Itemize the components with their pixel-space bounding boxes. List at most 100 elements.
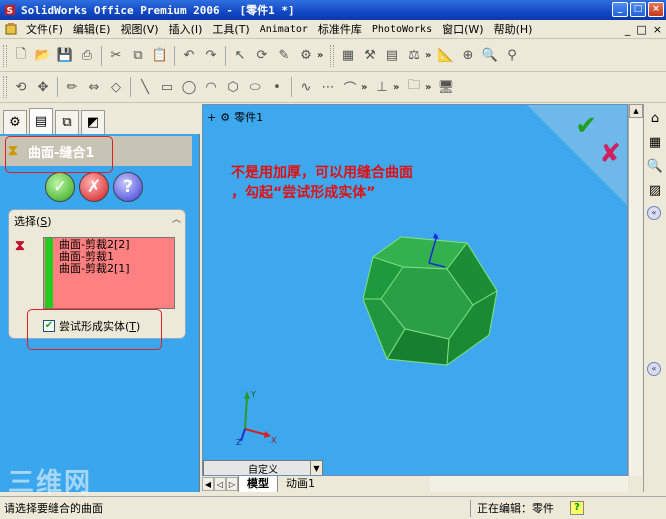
- polygon-icon[interactable]: ⬡: [222, 76, 244, 98]
- paste-icon[interactable]: 📋: [149, 45, 171, 67]
- open-file-icon[interactable]: 📂: [32, 45, 54, 67]
- undo-icon[interactable]: ↶: [178, 45, 200, 67]
- design-library-icon[interactable]: 🗀: [403, 76, 425, 98]
- ellipse-icon[interactable]: ⬭: [244, 76, 266, 98]
- confirm-check-icon[interactable]: ✔: [575, 111, 597, 141]
- menu-animator[interactable]: Animator: [255, 20, 313, 39]
- sketch-edit-icon[interactable]: ✏: [61, 76, 83, 98]
- doc-restore-button[interactable]: □: [636, 23, 646, 36]
- graphics-area[interactable]: + ⚙ 零件1 ✔ ✘ 不是用加厚，可以用缝合曲面 ，勾起“尝试形成实体” Y …: [202, 104, 628, 476]
- tab-model[interactable]: 模型: [238, 476, 278, 492]
- zoom-fit-icon[interactable]: ⊕: [457, 45, 479, 67]
- tab-next-icon[interactable]: ▷: [226, 477, 238, 491]
- maximize-button[interactable]: □: [630, 2, 646, 17]
- rectangle-icon[interactable]: ▭: [156, 76, 178, 98]
- toolbar-grip[interactable]: [3, 44, 7, 67]
- tab-first-icon[interactable]: ◀: [202, 477, 214, 491]
- doc-minimize-button[interactable]: _: [625, 23, 631, 36]
- pan-icon[interactable]: ✥: [32, 76, 54, 98]
- mass-properties-icon[interactable]: ⚖: [403, 45, 425, 67]
- ok-button[interactable]: ✓: [45, 172, 75, 202]
- menu-tools[interactable]: 工具(T): [207, 20, 254, 39]
- sketch-icon[interactable]: ✎: [273, 45, 295, 67]
- diamond-icon[interactable]: ◇: [105, 76, 127, 98]
- toolbar-grip[interactable]: [3, 76, 7, 98]
- quick-tips-icon[interactable]: ?: [570, 501, 584, 515]
- collapse-left-icon[interactable]: «: [647, 206, 661, 220]
- vertical-scrollbar[interactable]: ▲: [628, 104, 643, 476]
- list-item[interactable]: 曲面-剪裁2[1]: [59, 263, 130, 275]
- tab-prev-icon[interactable]: ◁: [214, 477, 226, 491]
- rebuild-icon[interactable]: ⟳: [251, 45, 273, 67]
- toolbar-overflow-icon[interactable]: »: [317, 50, 327, 61]
- select-icon[interactable]: ↖: [229, 45, 251, 67]
- arc-icon[interactable]: ◠: [200, 76, 222, 98]
- print-icon[interactable]: ⎙: [76, 45, 98, 67]
- centerline-icon[interactable]: ⋯: [317, 76, 339, 98]
- redo-icon[interactable]: ↷: [200, 45, 222, 67]
- toolbar-grip[interactable]: [330, 44, 334, 67]
- task-pane-spacer: [644, 226, 666, 356]
- toolbar-overflow-icon[interactable]: »: [425, 50, 435, 61]
- spline-icon[interactable]: ∿: [295, 76, 317, 98]
- status-message: 请选择要缝合的曲面: [4, 502, 103, 515]
- configuration-manager-tab-icon[interactable]: ⧉: [55, 110, 79, 134]
- smart-dimension-icon[interactable]: ⇔: [83, 76, 105, 98]
- view-palette-icon[interactable]: ▨: [645, 180, 665, 200]
- toolbar-overflow-icon[interactable]: »: [361, 82, 371, 93]
- minimize-button[interactable]: _: [612, 2, 628, 17]
- zoom-area-icon[interactable]: 🔍: [479, 45, 501, 67]
- expand-left-icon[interactable]: «: [647, 362, 661, 376]
- toolbar-overflow-icon[interactable]: »: [393, 82, 403, 93]
- circle-icon[interactable]: ◯: [178, 76, 200, 98]
- options-icon[interactable]: ⚙: [295, 45, 317, 67]
- stitched-solid-model[interactable]: [363, 233, 503, 373]
- menu-insert[interactable]: 插入(I): [164, 20, 208, 39]
- appearance-tab-icon[interactable]: ◩: [81, 110, 105, 134]
- cut-icon[interactable]: ✂: [105, 45, 127, 67]
- toolbar-overflow-icon[interactable]: »: [425, 82, 435, 93]
- tab-animation[interactable]: 动画1: [278, 476, 323, 492]
- dropdown-arrow-icon[interactable]: ▼: [310, 461, 322, 475]
- horizontal-scrollbar[interactable]: [430, 476, 628, 492]
- confirm-cancel-icon[interactable]: ✘: [599, 139, 621, 169]
- rotate-view-icon[interactable]: ⟲: [10, 76, 32, 98]
- expand-icon[interactable]: +: [207, 111, 216, 124]
- new-file-icon[interactable]: 🗋: [10, 45, 32, 67]
- property-manager-tab-icon[interactable]: ▤: [29, 108, 53, 134]
- menu-photoworks[interactable]: PhotoWorks: [367, 20, 437, 39]
- cancel-button[interactable]: ✗: [79, 172, 109, 202]
- design-library-icon[interactable]: ▦: [645, 132, 665, 152]
- save-icon[interactable]: 💾: [54, 45, 76, 67]
- zoom-in-out-icon[interactable]: ⚲: [501, 45, 523, 67]
- menu-toolbox[interactable]: 标准件库: [313, 20, 367, 39]
- doc-close-button[interactable]: ×: [653, 23, 662, 36]
- menu-edit[interactable]: 编辑(E): [68, 20, 116, 39]
- part-document-icon[interactable]: [4, 22, 18, 36]
- measure-icon[interactable]: 📐: [435, 45, 457, 67]
- collapse-chevron-icon[interactable]: ︿: [172, 212, 181, 225]
- close-button[interactable]: ×: [648, 2, 664, 17]
- view-orientation-select[interactable]: 自定义 ▼: [203, 460, 323, 475]
- feature-tree-root[interactable]: + ⚙ 零件1: [207, 109, 263, 125]
- menu-help[interactable]: 帮助(H): [489, 20, 538, 39]
- copy-icon[interactable]: ⧉: [127, 45, 149, 67]
- menu-view[interactable]: 视图(V): [115, 20, 163, 39]
- assembly-icon[interactable]: ⚒: [359, 45, 381, 67]
- feature-manager-tab-icon[interactable]: ⚙: [3, 110, 27, 134]
- help-button[interactable]: ?: [113, 172, 143, 202]
- sketch-fillet-icon[interactable]: ⌒: [339, 76, 361, 98]
- drawing-icon[interactable]: ▤: [381, 45, 403, 67]
- menu-file[interactable]: 文件(F): [21, 20, 68, 39]
- point-icon[interactable]: •: [266, 76, 288, 98]
- scroll-up-icon[interactable]: ▲: [629, 104, 643, 118]
- toolbar-separator: [101, 45, 102, 66]
- menu-window[interactable]: 窗口(W): [437, 20, 488, 39]
- selection-group-title[interactable]: 选择(S): [14, 213, 52, 229]
- plane-icon[interactable]: ⊥: [371, 76, 393, 98]
- home-icon[interactable]: ⌂: [645, 108, 665, 128]
- grid-icon[interactable]: ▦: [337, 45, 359, 67]
- line-icon[interactable]: ╲: [134, 76, 156, 98]
- monitor-icon[interactable]: 🖥: [435, 76, 457, 98]
- file-explorer-icon[interactable]: 🔍: [645, 156, 665, 176]
